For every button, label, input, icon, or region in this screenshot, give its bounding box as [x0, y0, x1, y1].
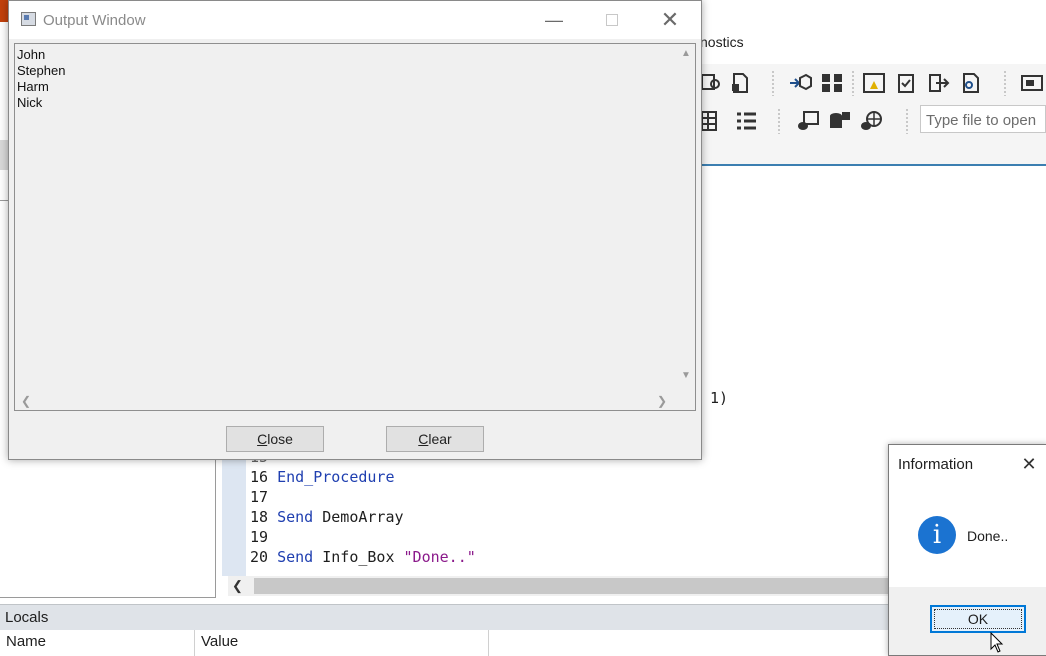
minimize-icon: —: [545, 9, 563, 30]
code-fragment: 1): [710, 389, 729, 407]
locals-column-name[interactable]: Name: [6, 633, 46, 650]
list-item[interactable]: John: [17, 47, 45, 63]
database-table-icon[interactable]: [796, 110, 820, 132]
step-into-icon[interactable]: [788, 72, 812, 94]
web-database-icon[interactable]: [860, 110, 884, 132]
menu-item-diagnostics[interactable]: nostics: [700, 34, 744, 50]
find-icon[interactable]: [700, 72, 724, 94]
ide-left-panel-tab: [0, 140, 8, 170]
mouse-cursor-icon: [990, 632, 1004, 653]
table-icon[interactable]: [700, 110, 724, 132]
file-search-input[interactable]: Type file to open: [920, 105, 1046, 133]
scroll-left-icon[interactable]: ❮: [19, 394, 33, 408]
output-list[interactable]: John Stephen Harm Nick ▲ ▼ ❮ ❯: [14, 43, 696, 411]
scroll-down-icon[interactable]: ▼: [679, 370, 693, 384]
window-app-icon: [21, 12, 36, 26]
code-gutter: [222, 452, 246, 576]
output-window-title: Output Window: [43, 12, 146, 29]
list-item[interactable]: Harm: [17, 79, 49, 95]
close-icon: ✕: [660, 7, 680, 32]
dialog-title: Information: [898, 456, 974, 473]
list-item[interactable]: Nick: [17, 95, 42, 111]
toolbar-separator: [1004, 70, 1006, 96]
warning-window-icon[interactable]: [862, 72, 886, 94]
code-line-20: 20 Send Info_Box "Done..": [250, 548, 476, 566]
scroll-right-icon[interactable]: ❯: [655, 394, 669, 408]
dialog-message: Done..: [967, 528, 1009, 544]
checklist-icon[interactable]: [894, 72, 918, 94]
dialog-close-button[interactable]: ✕: [1017, 452, 1041, 476]
database-icon[interactable]: [828, 110, 852, 132]
editor-scroll-thumb[interactable]: [254, 578, 890, 594]
scroll-up-icon[interactable]: ▲: [679, 48, 693, 62]
ok-button[interactable]: OK: [930, 605, 1026, 633]
maximize-icon: [606, 14, 618, 26]
list-item[interactable]: Stephen: [17, 63, 65, 79]
locals-title: Locals: [5, 609, 49, 626]
info-icon: i: [918, 516, 956, 554]
toolbar-separator: [778, 108, 780, 134]
build-icon[interactable]: [820, 72, 844, 94]
ide-app-icon: [0, 0, 8, 22]
code-line-16: 16 End_Procedure: [250, 468, 395, 486]
list-icon[interactable]: [734, 110, 758, 132]
code-line-17: 17: [250, 488, 269, 506]
close-icon: ✕: [1021, 453, 1037, 474]
clear-button[interactable]: Clear: [386, 426, 484, 452]
bookmark-icon[interactable]: [1020, 72, 1044, 94]
column-divider: [488, 630, 489, 656]
minimize-button[interactable]: —: [525, 1, 583, 39]
document-icon[interactable]: [728, 72, 752, 94]
toolbar-separator: [852, 70, 854, 96]
find-in-file-icon[interactable]: [958, 72, 982, 94]
close-window-button[interactable]: ✕: [641, 1, 699, 39]
information-dialog: Information ✕ i Done.. OK: [888, 444, 1046, 656]
scroll-left-icon[interactable]: ❮: [232, 578, 243, 594]
close-button[interactable]: Close: [226, 426, 324, 452]
toolbar-divider: [700, 164, 1046, 166]
code-line-19: 19: [250, 528, 269, 546]
export-icon[interactable]: [926, 72, 950, 94]
toolbar-separator: [772, 70, 774, 96]
code-line-18: 18 Send DemoArray: [250, 508, 404, 526]
toolbar-separator: [906, 108, 908, 134]
locals-column-value[interactable]: Value: [201, 633, 238, 650]
output-window: Output Window — ✕ John Stephen Harm Nick…: [8, 0, 702, 460]
maximize-button[interactable]: [583, 1, 641, 39]
column-divider: [194, 630, 195, 656]
